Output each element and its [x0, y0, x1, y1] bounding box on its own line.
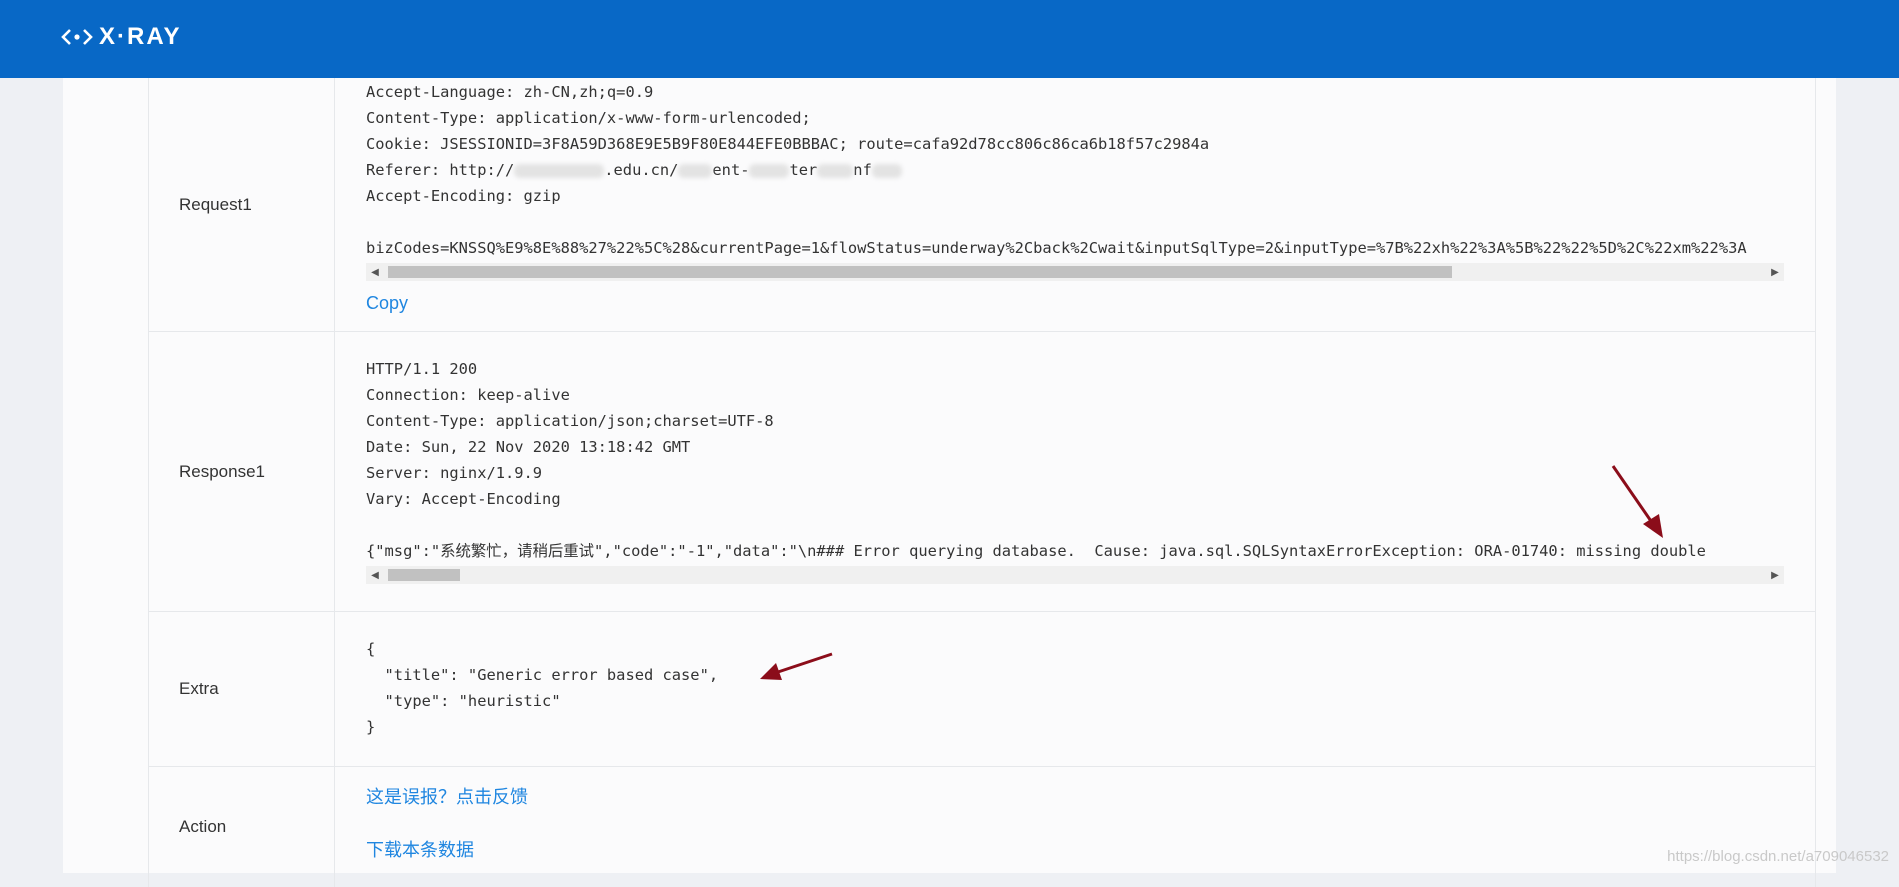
extra-content: { "title": "Generic error based case", "… [336, 612, 1815, 740]
action-label: Action [149, 767, 335, 887]
header-line: Accept-Language: zh-CN,zh;q=0.9 [366, 83, 654, 101]
detail-table: Request1 Accept-Language: zh-CN,zh;q=0.9… [148, 78, 1816, 887]
request-scrollbar[interactable]: ◀ ▶ [366, 263, 1784, 281]
header-line: Accept-Encoding: gzip [366, 187, 561, 205]
json-line: "type": "heuristic" [366, 692, 561, 710]
request-body: bizCodes=KNSSQ%E9%8E%88%27%22%5C%28&curr… [366, 239, 1747, 257]
scroll-left-icon[interactable]: ◀ [366, 566, 384, 584]
extra-row: Extra { "title": "Generic error based ca… [149, 612, 1815, 767]
json-line: "title": "Generic error based case", [366, 666, 719, 684]
download-data-link[interactable]: 下载本条数据 [366, 836, 474, 862]
header-line: Server: nginx/1.9.9 [366, 464, 543, 482]
scroll-thumb[interactable] [388, 569, 460, 581]
redacted-region [749, 163, 790, 178]
header-line: HTTP/1.1 200 [366, 360, 478, 378]
scroll-right-icon[interactable]: ▶ [1766, 263, 1784, 281]
response-label: Response1 [149, 332, 335, 611]
annotation-arrow-icon [760, 652, 833, 680]
request-headers[interactable]: Accept-Language: zh-CN,zh;q=0.9 Content-T… [366, 79, 1784, 261]
watermark: https://blog.csdn.net/a709046532 [1667, 848, 1889, 865]
action-content: 这是误报？点击反馈 下载本条数据 [336, 767, 1815, 862]
request-row: Request1 Accept-Language: zh-CN,zh;q=0.9… [149, 78, 1815, 332]
detail-panel: Request1 Accept-Language: zh-CN,zh;q=0.9… [63, 78, 1836, 887]
header-line: Content-Type: application/json;charset=U… [366, 412, 774, 430]
header-line: Date: Sun, 22 Nov 2020 13:18:42 GMT [366, 438, 691, 456]
copy-link[interactable]: Copy [366, 293, 408, 314]
response-headers[interactable]: HTTP/1.1 200 Connection: keep-alive Conten… [366, 356, 1784, 564]
scroll-left-icon[interactable]: ◀ [366, 263, 384, 281]
annotation-arrow-icon [1611, 465, 1663, 538]
header-line: Cookie: JSESSIONID=3F8A59D368E9E5B9F80E8… [366, 135, 1210, 153]
response-content: HTTP/1.1 200 Connection: keep-alive Conten… [336, 332, 1815, 584]
header-line: Vary: Accept-Encoding [366, 490, 561, 508]
response-body: {"msg":"系统繁忙，请稍后重试","code":"-1","data":"… [366, 542, 1706, 560]
brand-name: X·RAY [99, 23, 182, 50]
request-label: Request1 [149, 78, 335, 331]
json-line: { [366, 640, 376, 658]
json-line: } [366, 718, 376, 736]
xray-logo-icon [61, 29, 93, 45]
xray-logo[interactable]: X·RAY [61, 22, 181, 52]
header-line: Content-Type: application/x-www-form-url… [366, 109, 811, 127]
scroll-right-icon[interactable]: ▶ [1766, 566, 1784, 584]
action-row: Action 这是误报？点击反馈 下载本条数据 [149, 767, 1815, 887]
top-bar: X·RAY [0, 0, 1899, 78]
report-false-positive-link[interactable]: 这是误报？点击反馈 [366, 783, 528, 809]
request-content: Accept-Language: zh-CN,zh;q=0.9 Content-T… [336, 78, 1815, 314]
extra-label: Extra [149, 612, 335, 766]
redacted-region [871, 163, 902, 178]
extra-json[interactable]: { "title": "Generic error based case", "… [366, 636, 1784, 740]
response-row: Response1 HTTP/1.1 200 Connection: keep-a… [149, 332, 1815, 612]
redacted-region [514, 163, 605, 178]
referer-line: Referer: http://.edu.cn/ent-ter nf [366, 157, 1784, 183]
redacted-region [817, 163, 854, 178]
response-scrollbar[interactable]: ◀ ▶ [366, 566, 1784, 584]
header-line: Connection: keep-alive [366, 386, 570, 404]
redacted-region [678, 163, 713, 178]
scroll-thumb[interactable] [388, 266, 1452, 278]
